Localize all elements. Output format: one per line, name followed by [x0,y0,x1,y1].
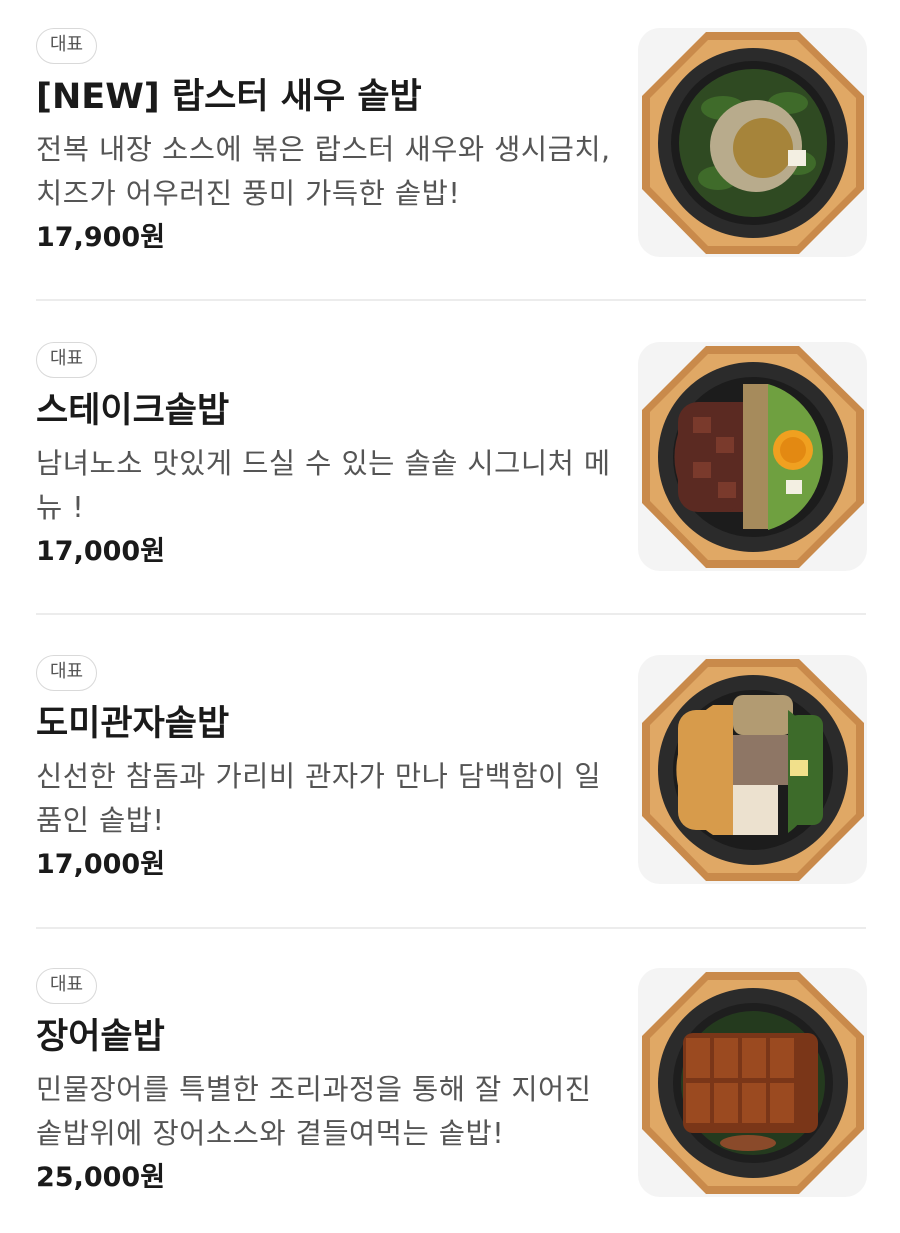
menu-item-price: 25,000원 [36,1162,166,1193]
menu-item-description: 남녀노소 맛있게 드실 수 있는 솔솥 시그니처 메뉴 ! [36,447,611,524]
menu-item-price: 17,000원 [36,849,166,880]
menu-item-lobster-shrimp-sotbap[interactable]: 대표 [NEW] 랍스터 새우 솥밥 전복 내장 소스에 볶은 랍스터 새우와 … [36,28,867,268]
menu-item-text: 대표 스테이크솥밥 남녀노소 맛있게 드실 수 있는 솔솥 시그니처 메뉴 ! … [36,342,616,572]
sea-bream-scallop-sotbap-photo[interactable] [638,655,867,884]
signature-badge: 대표 [36,342,98,378]
food-image [642,32,864,254]
menu-item-text: 대표 도미관자솥밥 신선한 참돔과 가리비 관자가 만나 담백함이 일품인 솥밥… [36,655,616,885]
menu-item-eel-sotbap[interactable]: 대표 장어솥밥 민물장어를 특별한 조리과정을 통해 잘 지어진 솥밥위에 장어… [36,968,867,1208]
lobster-shrimp-sotbap-photo[interactable] [638,28,867,257]
menu-item-sea-bream-scallop-sotbap[interactable]: 대표 도미관자솥밥 신선한 참돔과 가리비 관자가 만나 담백함이 일품인 솥밥… [36,655,867,895]
divider [36,613,866,615]
menu-item-name: 도미관자솥밥 [36,704,230,744]
menu-item-price: 17,900원 [36,222,166,253]
menu-item-description: 전복 내장 소스에 볶은 랍스터 새우와 생시금치, 치즈가 어우러진 풍미 가… [36,133,611,210]
menu-item-text: 대표 [NEW] 랍스터 새우 솥밥 전복 내장 소스에 볶은 랍스터 새우와 … [36,28,616,258]
menu-item-name: 장어솥밥 [36,1017,165,1057]
signature-badge: 대표 [36,655,98,691]
food-image [642,972,864,1194]
signature-badge: 대표 [36,968,98,1004]
menu-item-name: 스테이크솥밥 [36,391,230,431]
menu-item-name: [NEW] 랍스터 새우 솥밥 [36,77,422,117]
menu-item-description: 민물장어를 특별한 조리과정을 통해 잘 지어진 솥밥위에 장어소스와 곁들여먹… [36,1073,592,1150]
steak-sotbap-photo[interactable] [638,342,867,571]
divider [36,299,866,301]
menu-item-steak-sotbap[interactable]: 대표 스테이크솥밥 남녀노소 맛있게 드실 수 있는 솔솥 시그니처 메뉴 ! … [36,342,867,582]
food-image [642,346,864,568]
menu-item-price: 17,000원 [36,536,166,567]
divider [36,927,866,929]
signature-badge: 대표 [36,28,98,64]
menu-item-description: 신선한 참돔과 가리비 관자가 만나 담백함이 일품인 솥밥! [36,760,602,837]
food-image [642,659,864,881]
menu-item-text: 대표 장어솥밥 민물장어를 특별한 조리과정을 통해 잘 지어진 솥밥위에 장어… [36,968,616,1198]
eel-sotbap-photo[interactable] [638,968,867,1197]
